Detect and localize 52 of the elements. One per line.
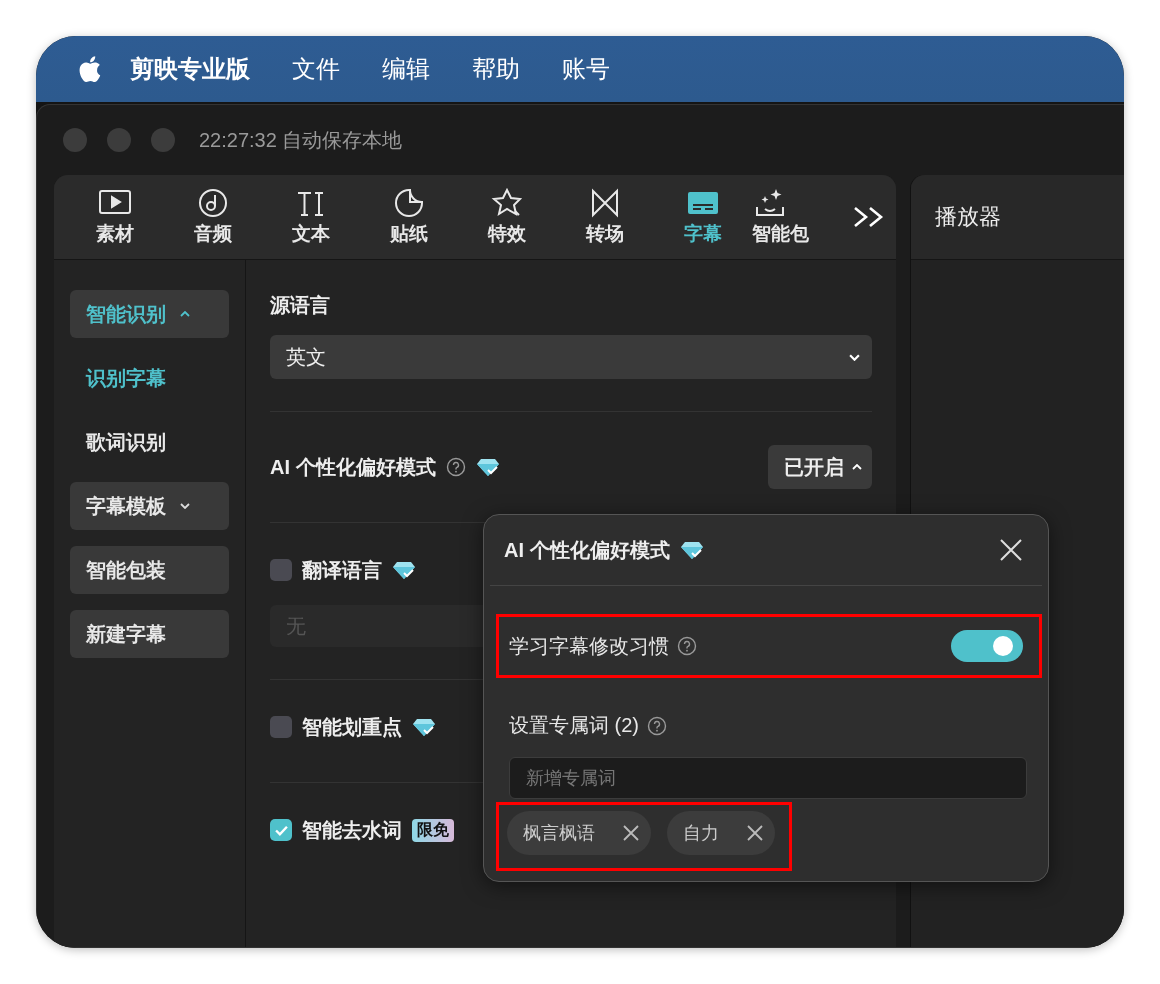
tab[interactable]: 贴纸 [360,187,458,247]
chevron-icon [849,353,860,361]
sidebar-group[interactable]: 字幕模板 [70,482,229,530]
term-text: 枫言枫语 [523,822,595,845]
menu-item[interactable]: 账号 [562,53,610,85]
remove-icon[interactable] [623,825,639,841]
checkbox[interactable] [270,716,292,738]
sidebar-item[interactable]: 智能包装 [70,546,229,594]
menu-item[interactable]: 帮助 [472,53,520,85]
checkbox[interactable] [270,559,292,581]
sidebar-item[interactable]: 识别字幕 [70,354,229,402]
source-language-label: 源语言 [270,293,331,318]
help-icon[interactable] [647,715,667,736]
custom-terms-label: 设置专属词 (2) [509,713,639,738]
sidebar-item[interactable]: 歌词识别 [70,418,229,466]
sidebar-item[interactable]: 新建字幕 [70,610,229,658]
chevron-icon [852,464,862,470]
chevron-icon [180,503,190,509]
tab[interactable]: 字幕 [654,187,752,247]
tab[interactable]: 智能包 [752,187,832,247]
diamond-icon [679,540,704,560]
new-term-input[interactable]: 新增专属词 [509,757,1027,799]
free-badge: 限免 [412,818,454,842]
autosave-status: 22:27:32 自动保存本地 [199,127,403,153]
help-icon[interactable] [445,457,466,477]
checkmark-icon [274,824,288,836]
tab[interactable]: 素材 [66,187,164,247]
player-title: 播放器 [935,203,1001,231]
menu-item[interactable]: 编辑 [382,53,430,85]
option-label: 翻译语言 [302,557,382,583]
learn-habits-label: 学习字幕修改习惯 [509,633,669,659]
toggle-switch[interactable] [951,630,1023,662]
diamond-icon [475,457,500,477]
sidebar-group[interactable]: 智能识别 [70,290,229,338]
tab[interactable]: 转场 [556,187,654,247]
app-name-menu[interactable]: 剪映专业版 [130,53,250,85]
source-language-dropdown[interactable]: 英文 [270,335,872,379]
chevron-icon [180,311,190,317]
tab[interactable]: 文本 [262,187,360,247]
ai-mode-label: AI 个性化偏好模式 [270,454,436,480]
tab[interactable]: 音频 [164,187,262,247]
term-text: 自力 [683,822,719,845]
ai-mode-toggle-button[interactable]: 已开启 [768,445,872,489]
option-label: 智能去水词 [302,817,402,843]
tab[interactable]: 特效 [458,187,556,247]
popover-title: AI 个性化偏好模式 [504,537,670,563]
close-icon[interactable] [1000,539,1022,561]
help-icon[interactable] [677,636,697,656]
menu-item[interactable]: 文件 [292,53,340,85]
checkbox[interactable] [270,819,292,841]
option-label: 智能划重点 [302,714,402,740]
remove-icon[interactable] [747,825,763,841]
